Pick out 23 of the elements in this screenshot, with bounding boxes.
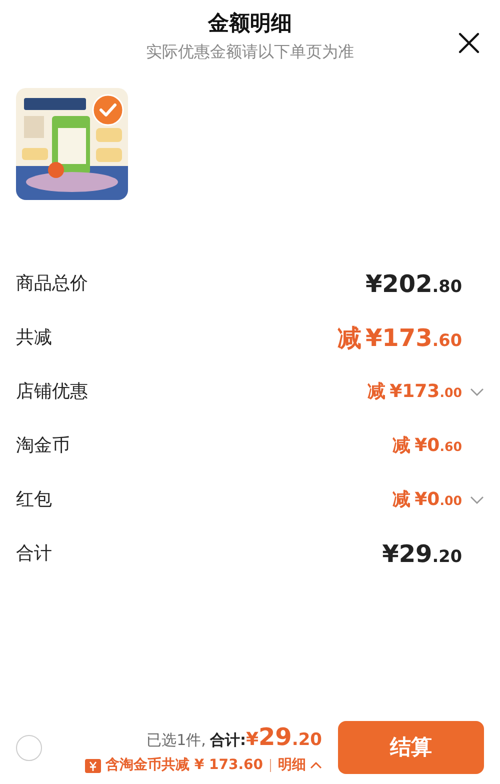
coupon-icon	[85, 758, 102, 772]
row-label: 合计	[16, 542, 52, 566]
sheet-subtitle: 实际优惠金额请以下单页为准	[146, 40, 354, 62]
total-price: ¥29.20	[246, 722, 322, 753]
row-label: 店铺优惠	[16, 380, 88, 404]
price-text: ¥202.80	[365, 268, 462, 300]
row-label: 红包	[16, 488, 52, 512]
price-text: 减 ¥0.60	[392, 434, 462, 458]
close-icon[interactable]	[458, 30, 480, 52]
savings-text: 含淘金币共减 ¥ 173.60	[105, 756, 263, 775]
price-text: 减 ¥173.00	[368, 380, 462, 404]
price-text: 减 ¥173.60	[337, 322, 462, 354]
select-all-radio[interactable]	[16, 734, 42, 760]
row-label: 淘金币	[16, 434, 70, 458]
details-button[interactable]: 明细	[278, 755, 322, 776]
price-text: 减 ¥0.00	[392, 488, 462, 512]
sheet-title: 金额明细	[208, 10, 292, 37]
checkout-button[interactable]: 结算	[338, 721, 484, 774]
row-label: 共减	[16, 326, 52, 350]
row-label: 商品总价	[16, 272, 88, 296]
price-text: ¥29.20	[382, 538, 462, 570]
selected-count: 已选1件,	[146, 730, 206, 751]
total-label: 合计:	[210, 730, 246, 751]
